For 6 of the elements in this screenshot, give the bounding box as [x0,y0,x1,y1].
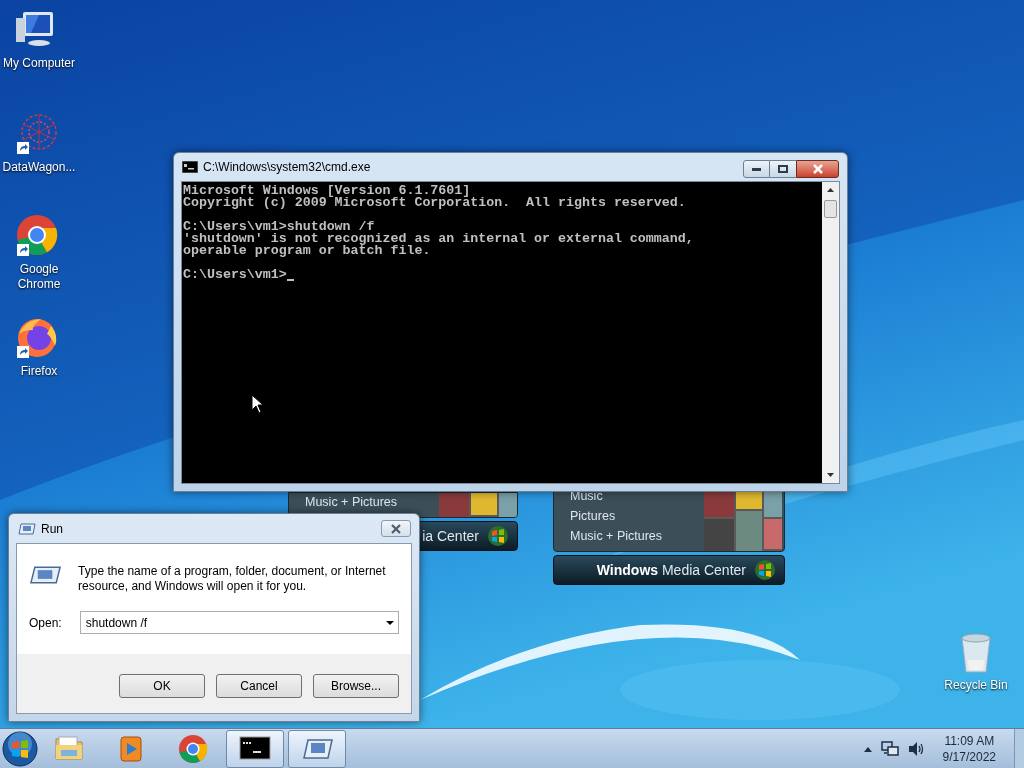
start-button[interactable] [0,729,40,768]
volume-icon[interactable] [906,740,925,757]
taskbar-button[interactable] [226,729,284,768]
chrome-icon [177,732,209,765]
clock[interactable]: 11:09 AM 9/17/2022 [942,732,996,765]
network-icon[interactable] [880,740,899,757]
